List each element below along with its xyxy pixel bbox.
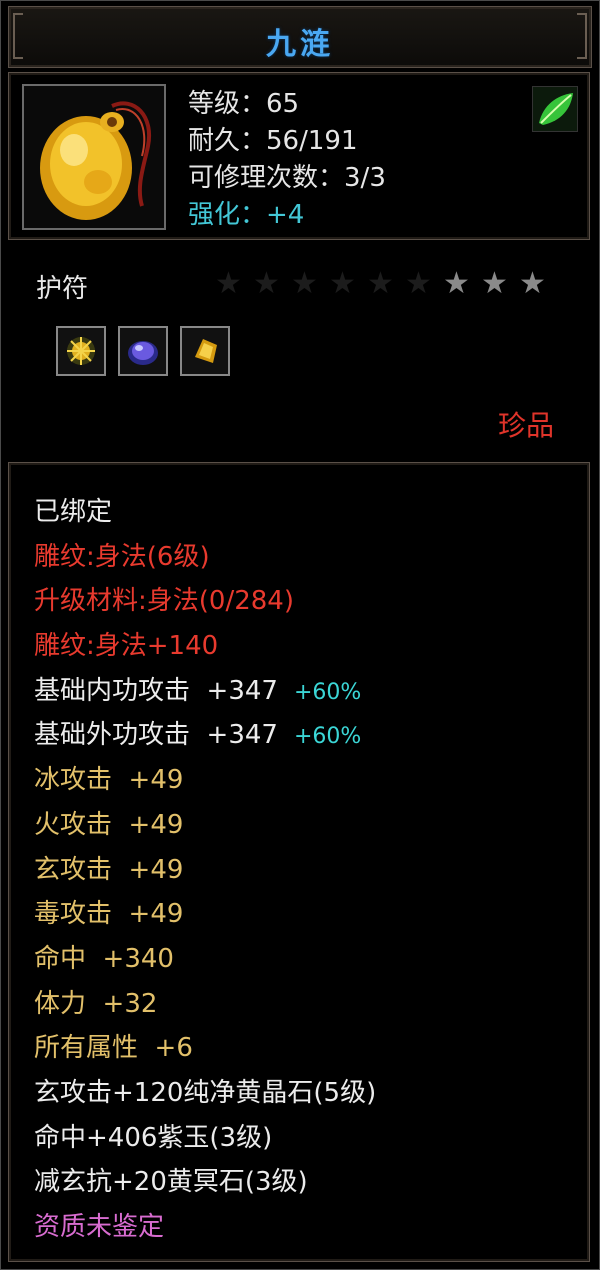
attribute-line: 火攻击 +49	[34, 803, 376, 848]
attribute-text: 毒攻击 +49	[34, 899, 184, 930]
attribute-line: 已绑定	[34, 490, 376, 535]
star-icon: ★	[481, 266, 508, 301]
star-rating: ★ ★ ★ ★ ★ ★ ★ ★ ★	[212, 268, 549, 300]
attribute-line: 所有属性 +6	[34, 1026, 376, 1071]
star-icon: ★	[367, 266, 394, 301]
attribute-text: 命中+406紫玉(3级)	[34, 1122, 273, 1153]
durability-value: 56/191	[266, 126, 358, 156]
star-icon: ★	[329, 266, 356, 301]
attribute-line: 资质未鉴定	[34, 1205, 376, 1250]
attribute-text: 已绑定	[34, 497, 113, 527]
star-icon: ★	[443, 266, 470, 301]
durability-label: 耐久：	[188, 126, 267, 156]
gold-gem-icon[interactable]	[56, 326, 106, 376]
level-value: 65	[266, 89, 300, 119]
green-leaf-icon	[532, 86, 578, 132]
item-stats: 等级：65 耐久：56/191 可修理次数：3/3 强化：+4	[188, 86, 386, 234]
attribute-text: 所有属性 +6	[34, 1033, 193, 1064]
star-icon: ★	[215, 266, 242, 301]
gem-slots	[56, 326, 230, 376]
attribute-line: 雕纹:身法+140	[34, 624, 376, 669]
enhance-row: 强化：+4	[188, 197, 386, 234]
attribute-line: 命中+406紫玉(3级)	[34, 1116, 376, 1161]
attribute-text: 减玄抗+20黄冥石(3级)	[34, 1167, 308, 1198]
purple-gem-icon[interactable]	[118, 326, 168, 376]
attribute-text: 基础内功攻击 +347	[34, 675, 278, 706]
attribute-percent: +60%	[293, 724, 362, 750]
item-type: 护符	[36, 274, 89, 304]
title-bar: 九涟	[8, 6, 592, 68]
attribute-text: 资质未鉴定	[34, 1212, 165, 1242]
attribute-line: 升级材料:身法(0/284)	[34, 579, 376, 624]
attribute-line: 减玄抗+20黄冥石(3级)	[34, 1160, 376, 1205]
enhance-value: +4	[266, 200, 305, 230]
attribute-text: 升级材料:身法(0/284)	[34, 586, 294, 617]
repairs-row: 可修理次数：3/3	[188, 160, 386, 197]
attribute-percent: +60%	[293, 679, 362, 705]
attribute-text: 雕纹:身法+140	[34, 631, 219, 662]
attribute-line: 雕纹:身法(6级)	[34, 535, 376, 580]
yellow-gem-icon[interactable]	[180, 326, 230, 376]
attribute-line: 基础外功攻击 +347 +60%	[34, 713, 376, 758]
repairs-label: 可修理次数：	[188, 163, 345, 193]
star-icon: ★	[291, 266, 318, 301]
level-row: 等级：65	[188, 86, 386, 123]
star-icon: ★	[253, 266, 280, 301]
attribute-line: 玄攻击+120纯净黄晶石(5级)	[34, 1071, 376, 1116]
attribute-text: 雕纹:身法(6级)	[34, 541, 210, 572]
attribute-text: 体力 +32	[34, 988, 158, 1019]
attribute-text: 玄攻击 +49	[34, 854, 184, 885]
attribute-line: 毒攻击 +49	[34, 892, 376, 937]
attribute-text: 玄攻击+120纯净黄晶石(5级)	[34, 1077, 377, 1108]
attribute-text: 基础外功攻击 +347	[34, 720, 278, 751]
attribute-list: 已绑定雕纹:身法(6级) 升级材料:身法(0/284) 雕纹:身法+140 基础内功攻…	[34, 490, 376, 1250]
level-label: 等级：	[188, 89, 267, 119]
item-name: 九涟	[266, 27, 334, 62]
attribute-text: 火攻击 +49	[34, 809, 184, 840]
attribute-line: 基础内功攻击 +347 +60%	[34, 669, 376, 714]
star-icon: ★	[519, 266, 546, 301]
enhance-label: 强化：	[188, 200, 267, 230]
attribute-line: 体力 +32	[34, 982, 376, 1027]
durability-row: 耐久：56/191	[188, 123, 386, 160]
repairs-value: 3/3	[344, 163, 386, 193]
attribute-line: 冰攻击 +49	[34, 758, 376, 803]
jade-amulet-icon	[22, 84, 166, 230]
attribute-line: 玄攻击 +49	[34, 848, 376, 893]
attribute-line: 命中 +340	[34, 937, 376, 982]
attribute-text: 命中 +340	[34, 943, 174, 974]
star-icon: ★	[405, 266, 432, 301]
rarity-label: 珍品	[497, 409, 554, 442]
attribute-text: 冰攻击 +49	[34, 765, 184, 796]
